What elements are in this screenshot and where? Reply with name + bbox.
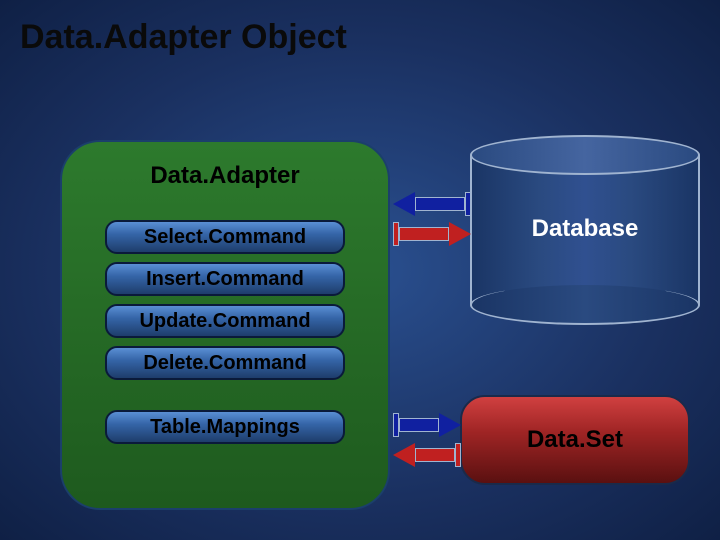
arrow-db-to-adapter-tail — [465, 192, 471, 216]
arrow-db-to-adapter-shaft — [415, 197, 465, 211]
arrow-db-to-adapter-icon — [393, 192, 415, 216]
dataadapter-label: Data.Adapter — [62, 162, 388, 190]
arrow-dataset-to-adapter-shaft — [415, 448, 455, 462]
insert-command-box: Insert.Command — [105, 262, 345, 296]
database-label: Database — [470, 215, 700, 243]
update-command-box: Update.Command — [105, 304, 345, 338]
table-mappings-box: Table.Mappings — [105, 410, 345, 444]
arrow-adapter-to-dataset-icon — [439, 413, 461, 437]
slide-title: Data.Adapter Object — [20, 18, 347, 57]
arrow-adapter-to-db-shaft — [399, 227, 449, 241]
dataset-box: Data.Set — [460, 395, 690, 485]
dataadapter-container: Data.Adapter Select.Command Insert.Comma… — [60, 140, 390, 510]
arrow-dataset-to-adapter-tail — [455, 443, 461, 467]
arrow-adapter-to-dataset-shaft — [399, 418, 439, 432]
select-command-box: Select.Command — [105, 220, 345, 254]
database-cylinder: Database — [470, 135, 700, 305]
arrow-dataset-to-adapter-icon — [393, 443, 415, 467]
delete-command-box: Delete.Command — [105, 346, 345, 380]
arrow-adapter-to-db-icon — [449, 222, 471, 246]
